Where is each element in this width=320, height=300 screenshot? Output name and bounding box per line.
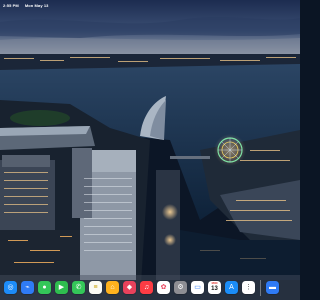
- facetime-app-icon[interactable]: ▶: [55, 281, 68, 294]
- notes-icon: ≡: [93, 284, 98, 291]
- calendar-app-icon[interactable]: MON 13: [208, 281, 221, 294]
- settings-icon: ⚙: [177, 284, 184, 291]
- dock: ◎ ⌁ ● ▶ ✆ ≡ ⌂ ◆ ♫ ✿ ⚙ ▭ MON 13 A ⋮ ▬: [0, 275, 300, 300]
- music-icon: ♫: [143, 284, 150, 291]
- status-date: Mon May 13: [24, 2, 49, 8]
- reminders-app-icon[interactable]: ⋮: [242, 281, 255, 294]
- shortcuts-icon: ◆: [126, 284, 133, 291]
- home-icon: ⌂: [110, 284, 115, 291]
- status-bar: 2:55 PM Mon May 13: [0, 0, 300, 10]
- music-app-icon[interactable]: ♫: [140, 281, 153, 294]
- dock-divider: [260, 279, 261, 296]
- photos-app-icon[interactable]: ✿: [157, 281, 170, 294]
- status-time: 2:55 PM: [3, 2, 19, 8]
- notes-app-icon[interactable]: ≡: [89, 281, 102, 294]
- wallpaper-yokohama-night: [0, 0, 300, 300]
- shortcuts-app-icon[interactable]: ◆: [123, 281, 136, 294]
- messages-app-icon[interactable]: ●: [38, 281, 51, 294]
- messenger-icon: ⌁: [25, 284, 30, 291]
- calendar-date-label: 13: [211, 285, 218, 292]
- folder-icon: ▬: [269, 284, 276, 291]
- reminders-icon: ⋮: [245, 284, 252, 291]
- phone-icon: ✆: [75, 284, 82, 291]
- app-store-icon: A: [229, 284, 234, 291]
- settings-app-icon[interactable]: ⚙: [174, 281, 187, 294]
- safari-app-icon[interactable]: ◎: [4, 281, 17, 294]
- messages-icon: ●: [42, 284, 47, 291]
- photos-icon: ✿: [160, 284, 167, 291]
- app-store-app-icon[interactable]: A: [225, 281, 238, 294]
- facetime-icon: ▶: [58, 284, 65, 291]
- messenger-app-icon[interactable]: ⌁: [21, 281, 34, 294]
- home-app-icon[interactable]: ⌂: [106, 281, 119, 294]
- files-app-icon[interactable]: ▭: [191, 281, 204, 294]
- files-icon: ▭: [194, 284, 201, 291]
- safari-icon: ◎: [7, 284, 14, 291]
- phone-app-icon[interactable]: ✆: [72, 281, 85, 294]
- folder-app-icon[interactable]: ▬: [266, 281, 279, 294]
